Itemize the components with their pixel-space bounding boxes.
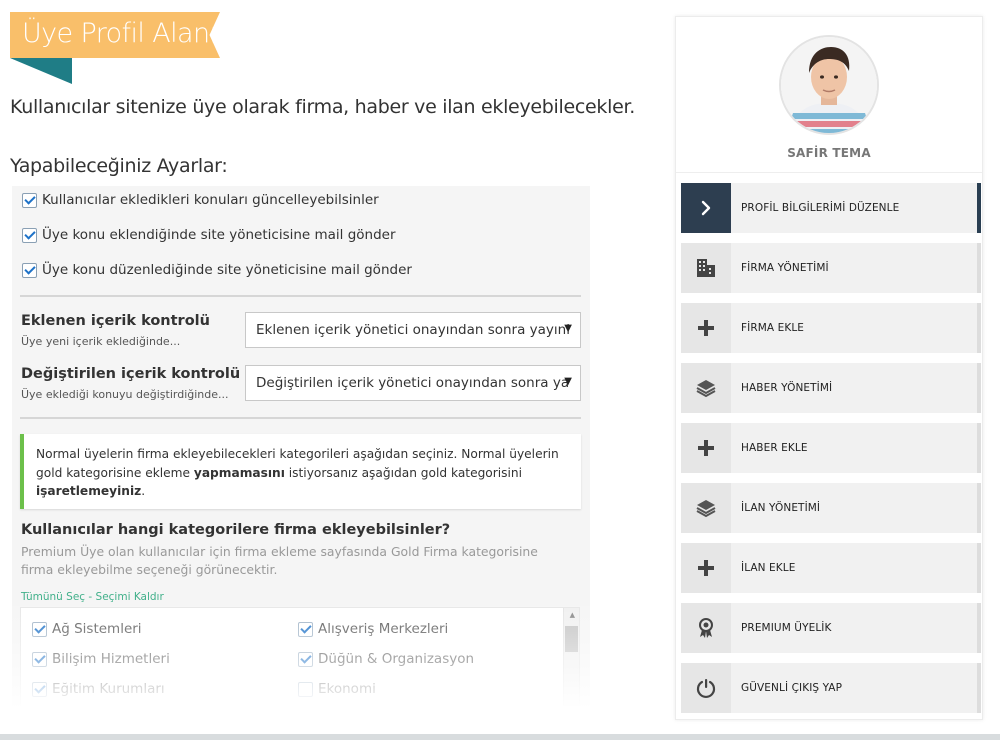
menu-label: PROFİL BİLGİLERİMİ DÜZENLE [741,202,900,214]
ribbon-fold [10,58,72,84]
category-item[interactable]: Eğitim Kurumları [32,681,165,697]
dropdown-arrow-icon: ▼ [564,376,572,387]
plus-icon [681,303,731,353]
menu-add-news[interactable]: HABER EKLE [681,423,981,473]
edited-control-sub: Üye eklediği konuyu değiştirdiğinde... [21,388,229,401]
categories-question: Kullanıcılar hangi kategorilere firma ek… [21,522,451,538]
menu-news-management[interactable]: HABER YÖNETİMİ [681,363,981,413]
menu-label: HABER YÖNETİMİ [741,382,833,394]
menu-label: FİRMA EKLE [741,322,805,334]
added-control-select[interactable]: Eklenen içerik yönetici onayından sonra … [245,312,581,348]
category-list[interactable]: Ağ Sistemleri Alışveriş Merkezleri Biliş… [20,607,580,706]
mail-on-edit-checkbox[interactable] [22,262,37,278]
category-label: Düğün & Organizasyon [318,651,475,667]
added-control-value: Eklenen içerik yönetici onayından sonra … [256,322,570,338]
plus-icon [681,423,731,473]
profile-card: SAFİR TEMA [676,17,982,173]
info-notice: Normal üyelerin firma ekleyebilecekleri … [20,434,581,509]
notice-text: . [141,484,146,498]
scroll-up-icon[interactable]: ▲ [570,611,575,619]
profile-name: SAFİR TEMA [787,146,871,160]
menu-label: HABER EKLE [741,442,808,454]
divider [20,417,581,419]
edited-control-value: Değiştirilen içerik yönetici onayından s… [256,375,570,391]
building-icon [681,243,731,293]
category-checkbox[interactable] [32,681,47,697]
menu-label: PREMIUM ÜYELİK [741,622,832,634]
menu-listing-management[interactable]: İLAN YÖNETİMİ [681,483,981,533]
category-item[interactable]: Bilişim Hizmetleri [32,651,170,667]
page-title: Üye Profil Alanı [22,18,217,49]
categories-description: Premium Üye olan kullanıcılar için firma… [21,544,538,577]
added-control-label: Eklenen içerik kontrolü [21,313,210,329]
scroll-thumb[interactable] [565,626,578,652]
update-topics-label: Kullanıcılar ekledikleri konuları güncel… [42,192,379,208]
menu-label: FİRMA YÖNETİMİ [741,262,829,274]
layers-icon [681,363,731,413]
update-topics-checkbox-row[interactable]: Kullanıcılar ekledikleri konuları güncel… [22,192,379,208]
link-separator: - [85,591,96,603]
menu-edit-profile[interactable]: PROFİL BİLGİLERİMİ DÜZENLE [681,183,981,233]
mail-on-edit-checkbox-row[interactable]: Üye konu düzenlediğinde site yöneticisin… [22,262,412,278]
layers-icon [681,483,731,533]
menu-premium-membership[interactable]: PREMIUM ÜYELİK [681,603,981,653]
award-icon [681,603,731,653]
mail-on-edit-label: Üye konu düzenlediğinde site yöneticisin… [42,262,412,278]
category-label: Alışveriş Merkezleri [318,621,449,637]
category-label: Bilişim Hizmetleri [52,651,170,667]
dropdown-arrow-icon: ▼ [564,323,572,334]
category-checkbox[interactable] [298,621,313,637]
lead-text: Kullanıcılar sitenize üye olarak firma, … [10,96,636,118]
notice-bold: işaretlemeyiniz [36,484,142,498]
menu-add-company[interactable]: FİRMA EKLE [681,303,981,353]
divider [20,295,581,297]
category-checkbox[interactable] [32,621,47,637]
category-item[interactable]: Düğün & Organizasyon [298,651,474,667]
menu-label: İLAN YÖNETİMİ [741,502,821,514]
category-checkbox[interactable] [298,651,313,667]
edited-control-label: Değiştirilen içerik kontrolü [21,366,241,382]
profile-sidebar: SAFİR TEMA PROFİL BİLGİLERİMİ DÜZENLE Fİ… [675,16,983,720]
avatar-image [781,37,877,133]
chevron-right-icon [681,183,731,233]
mail-on-add-checkbox-row[interactable]: Üye konu eklendiğinde site yöneticisine … [22,227,396,243]
category-label: Ağ Sistemleri [52,621,142,637]
mail-on-add-label: Üye konu eklendiğinde site yöneticisine … [42,227,396,243]
category-checkbox[interactable] [32,651,47,667]
menu-logout[interactable]: GÜVENLİ ÇIKIŞ YAP [681,663,981,713]
notice-text: istiyorsanız aşağıdan gold kategorisini [284,465,523,480]
menu-add-listing[interactable]: İLAN EKLE [681,543,981,593]
deselect-all-link[interactable]: Seçimi Kaldır [96,591,164,603]
bottom-bar [0,734,1000,740]
select-all-link[interactable]: Tümünü Seç [21,591,85,603]
category-checkbox[interactable] [298,681,313,697]
menu-label: İLAN EKLE [741,562,796,574]
plus-icon [681,543,731,593]
menu-label: GÜVENLİ ÇIKIŞ YAP [741,682,843,694]
category-label: Eğitim Kurumları [52,681,165,697]
power-icon [681,663,731,713]
settings-title: Yapabileceğiniz Ayarlar: [10,155,228,177]
mail-on-add-checkbox[interactable] [22,227,37,243]
category-label: Ekonomi [318,681,376,697]
category-item[interactable]: Ekonomi [298,681,376,697]
category-item[interactable]: Ağ Sistemleri [32,621,142,637]
menu-company-management[interactable]: FİRMA YÖNETİMİ [681,243,981,293]
notice-bold: yapmamasını [193,465,285,480]
category-scrollbar[interactable]: ▲ [563,608,579,706]
select-links: Tümünü Seç - Seçimi Kaldır [21,591,164,603]
avatar [779,35,879,135]
added-control-sub: Üye yeni içerik eklediğinde... [21,335,181,348]
settings-panel: Kullanıcılar ekledikleri konuları güncel… [12,186,590,706]
update-topics-checkbox[interactable] [22,192,37,208]
edited-control-select[interactable]: Değiştirilen içerik yönetici onayından s… [245,365,581,401]
category-item[interactable]: Alışveriş Merkezleri [298,621,448,637]
